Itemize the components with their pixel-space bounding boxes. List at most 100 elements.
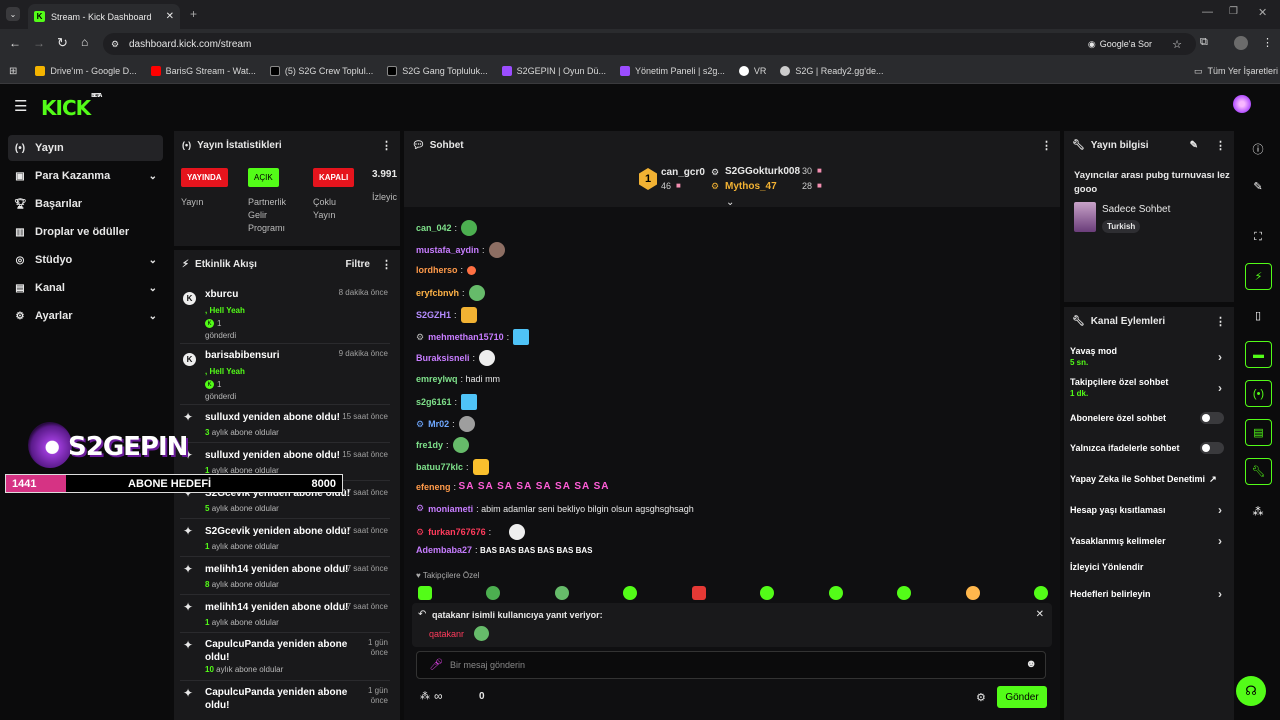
quick-actions-button[interactable]: ⚡︎ — [1245, 263, 1272, 290]
sidebar-item-basarilar[interactable]: 🏆︎ Başarılar — [8, 191, 163, 217]
slow-mode-row[interactable]: Yavaş mod 5 sn. › — [1070, 346, 1230, 367]
chat-message[interactable]: mustafa_aydin: — [416, 242, 505, 258]
back-icon[interactable]: ← — [9, 36, 21, 50]
stream-info-menu-icon[interactable]: ⋮ — [1215, 139, 1226, 152]
leader-name[interactable]: can_gcr0 — [661, 167, 705, 178]
ai-moderation-row[interactable]: Yapay Zeka ile Sohbet Denetimi ↗ — [1070, 474, 1230, 485]
chat-message[interactable]: ⚙ mehmethan15710: — [416, 329, 530, 345]
chat-toggle-button[interactable]: ▬ — [1245, 341, 1272, 368]
emote-icon[interactable] — [965, 586, 980, 600]
emote-icon[interactable] — [418, 586, 432, 600]
close-window-icon[interactable]: ✕ — [1258, 6, 1267, 19]
chat-settings-icon[interactable]: ⚙ — [976, 691, 986, 704]
emote-icon[interactable] — [691, 586, 706, 600]
bookmark-7[interactable]: VR — [738, 66, 766, 76]
emote-icon[interactable] — [828, 586, 843, 600]
banned-words-row[interactable]: Yasaklanmış kelimeler › — [1070, 534, 1230, 548]
layout-toggle-button[interactable]: ▤ — [1245, 419, 1272, 446]
microphone-icon[interactable]: 🎤︎ — [429, 658, 443, 671]
list-item[interactable]: ✦ CapulcuPanda yeniden abone oldu! 1 gün önc… — [180, 684, 390, 720]
emote-icon[interactable] — [897, 586, 912, 600]
extensions-icon[interactable]: ⧉ — [1200, 36, 1208, 49]
leader-name[interactable]: Mythos_47 — [725, 181, 777, 192]
account-age-row[interactable]: Hesap yaşı kısıtlaması › — [1070, 503, 1230, 517]
sidebar-item-ayarlar[interactable]: ⚙ Ayarlar ⌄ — [8, 303, 163, 329]
points-icon[interactable]: ⁂ — [420, 691, 430, 702]
user-avatar[interactable] — [1233, 95, 1251, 113]
edit-icon[interactable]: ✎ — [1251, 180, 1265, 193]
sidebar-item-yayin[interactable]: (•) Yayın — [8, 135, 163, 161]
all-bookmarks[interactable]: ▭ Tüm Yer İşaretleri — [1194, 66, 1278, 77]
chat-message[interactable]: s2g6161: — [416, 394, 478, 410]
home-icon[interactable]: ⌂ — [81, 35, 88, 49]
bookmark-1[interactable]: Drive'ım - Google D... — [35, 66, 137, 76]
list-item[interactable]: ✦ melihh14 yeniden abone oldu! 17 saat önc… — [180, 598, 390, 633]
chat-message[interactable]: emreylwq: hadi mm — [416, 374, 500, 384]
message-input[interactable]: 🎤︎ Bir mesaj gönderin ☻ — [416, 651, 1046, 679]
chat-message[interactable]: efeneng: SA SA SA SA SA SA SA SA — [416, 481, 610, 492]
document-icon[interactable]: ▯ — [1251, 309, 1265, 322]
list-item[interactable]: ✦ melihh14 yeniden abone oldu! 17 saat önc… — [180, 560, 390, 595]
help-button[interactable]: ☊ — [1236, 676, 1266, 706]
maximize-icon[interactable]: ❐ — [1229, 6, 1238, 17]
expand-chevron-icon[interactable]: ⌄ — [726, 197, 734, 208]
bookmark-star-icon[interactable]: ☆ — [1172, 38, 1182, 51]
emote-icon[interactable] — [623, 586, 638, 600]
list-item[interactable]: K xburcu 8 dakika önce , Hell Yeah K1 gö… — [180, 286, 390, 344]
hamburger-menu-icon[interactable]: ☰ — [14, 97, 27, 115]
activity-menu-icon[interactable]: ⋮ — [381, 258, 392, 271]
google-ask-chip[interactable]: ◉ Google'a Sor — [1088, 39, 1152, 50]
edit-pencil-icon[interactable]: ✎ — [1190, 140, 1198, 151]
sidebar-item-para-kazanma[interactable]: ▣ Para Kazanma ⌄ — [8, 163, 163, 189]
chat-message[interactable]: ⚙ Mr02: — [416, 416, 475, 432]
tools-toggle-button[interactable]: 🔧︎ — [1245, 458, 1272, 485]
leader-name[interactable]: S2GGokturk008 — [725, 166, 800, 177]
broadcast-toggle-button[interactable]: (•) — [1245, 380, 1272, 407]
list-item[interactable]: K barisabibensuri 9 dakika önce , Hell Y… — [180, 347, 390, 405]
send-button[interactable]: Gönder — [997, 686, 1047, 708]
bookmark-5[interactable]: S2GEPIN | Oyun Dü... — [501, 66, 606, 76]
chat-message[interactable]: S2GZH1: — [416, 307, 477, 323]
chat-message[interactable]: batuu77klc: — [416, 459, 489, 475]
browser-tab[interactable]: K Stream - Kick Dashboard ✕ — [28, 4, 180, 29]
close-icon[interactable]: ✕ — [1036, 609, 1044, 620]
info-icon[interactable]: ⓘ — [1251, 141, 1265, 157]
browser-menu-icon[interactable]: ⋮ — [1262, 36, 1273, 49]
bookmark-2[interactable]: BarisG Stream - Wat... — [150, 66, 256, 76]
filter-button[interactable]: Filtre — [346, 259, 370, 270]
apps-grid-icon[interactable]: ⊞ — [9, 66, 17, 77]
subscribers-chat-toggle[interactable] — [1200, 412, 1224, 424]
reload-icon[interactable]: ↻ — [57, 35, 68, 51]
list-item[interactable]: ✦ CapulcuPanda yeniden abone oldu! 1 gün önc… — [180, 636, 390, 681]
sidebar-item-droplar[interactable]: ▥ Droplar ve ödüller — [8, 219, 163, 245]
profile-avatar[interactable] — [1234, 36, 1248, 50]
bookmark-8[interactable]: S2G | Ready2.gg'de... — [780, 66, 884, 76]
category-name[interactable]: Sadece Sohbet — [1102, 204, 1170, 215]
site-info-icon[interactable]: ⚙ — [111, 39, 119, 50]
chat-message[interactable]: fre1dy: — [416, 437, 469, 453]
sidebar-item-kanal[interactable]: ▤ Kanal ⌄ — [8, 275, 163, 301]
chat-message[interactable]: ⚙ furkan767676: — [416, 524, 526, 540]
list-item[interactable]: ✦ sulluxd yeniden abone oldu! 15 saat önce… — [180, 408, 390, 443]
chat-message[interactable]: Buraksisneli: — [416, 350, 496, 366]
emotes-only-row[interactable]: Yalnızca ifadelerle sohbet — [1070, 442, 1230, 454]
connections-icon[interactable]: ⁂ — [1251, 505, 1265, 518]
chat-menu-icon[interactable]: ⋮ — [1041, 139, 1052, 152]
forward-icon[interactable]: → — [33, 36, 45, 50]
chat-message[interactable]: lordherso: — [416, 265, 477, 275]
stats-menu-icon[interactable]: ⋮ — [381, 139, 392, 152]
new-tab-icon[interactable]: + — [190, 7, 197, 21]
channel-actions-menu-icon[interactable]: ⋮ — [1215, 315, 1226, 328]
bookmark-4[interactable]: S2G Gang Topluluk... — [387, 66, 488, 76]
kick-logo[interactable]: KICKBETA — [41, 93, 102, 120]
bookmark-6[interactable]: Yönetim Paneli | s2g... — [619, 66, 725, 76]
fullscreen-icon[interactable]: ⛶ — [1251, 231, 1265, 244]
tab-list-icon[interactable]: ⌄ — [6, 7, 20, 21]
emote-icon[interactable] — [760, 586, 775, 600]
chat-message[interactable]: can_042: — [416, 220, 478, 236]
emote-icon[interactable] — [554, 586, 569, 600]
subscribers-chat-row[interactable]: Abonelere özel sohbet — [1070, 412, 1230, 424]
followers-chat-row[interactable]: Takipçilere özel sohbet 1 dk. › — [1070, 377, 1230, 398]
chat-message[interactable]: Adembaba27: BAS BAS BAS BAS BAS BAS — [416, 545, 593, 555]
emotes-only-toggle[interactable] — [1200, 442, 1224, 454]
